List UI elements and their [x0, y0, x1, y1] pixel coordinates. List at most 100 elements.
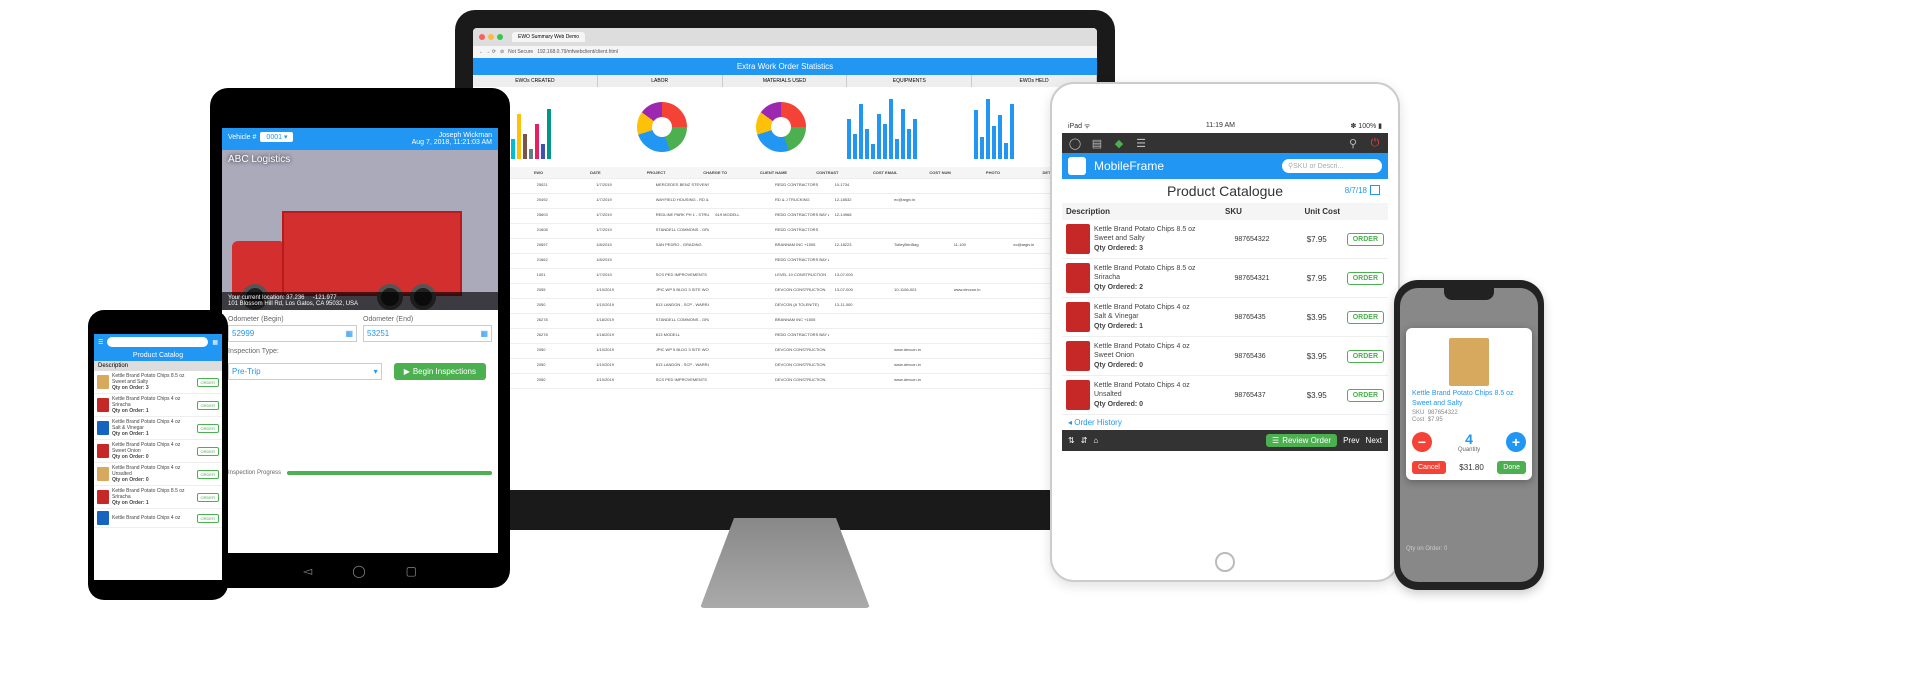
home-icon[interactable]: ◯ [352, 564, 365, 578]
cancel-button[interactable]: Cancel [1412, 461, 1446, 474]
table-row[interactable]: 13-106-0002216621/8/2019REDD CONTRACTORS… [473, 254, 1097, 269]
address: 101 Blossom Hill Rd, Los Gatos, CA 95032… [228, 301, 358, 307]
table-row[interactable]: Kettle Brand Potato Chips 4 ozUnsaltedQt… [1062, 376, 1388, 415]
list-item[interactable]: Kettle Brand Potato Chips 4 ozSweet Onio… [94, 440, 222, 463]
table-row[interactable]: 13-106-0001250211/7/2019MERCEDES BENZ ST… [473, 179, 1097, 194]
list-item[interactable]: Kettle Brand Potato Chips 4 ozSalt & Vin… [94, 417, 222, 440]
order-button[interactable]: ORDER [197, 514, 219, 523]
table-row[interactable]: 13-104-000120501/10/2019813 LANDON - SCP… [473, 299, 1097, 314]
order-button[interactable]: ORDER [197, 424, 219, 433]
search-icon[interactable]: ⚲ [1346, 136, 1360, 150]
review-order-button[interactable]: ☰Review Order [1266, 434, 1337, 447]
order-button[interactable]: ORDER [1347, 233, 1384, 246]
cost-value: $7.95 [1307, 274, 1343, 283]
stat-tab[interactable]: EWOs CREATED [473, 75, 598, 87]
vehicle-select[interactable]: 0001 ▾ [260, 132, 293, 142]
android-tablet: Vehicle # 0001 ▾ Joseph Wickman Aug 7, 2… [210, 88, 510, 588]
cost-value: $7.95 [1307, 235, 1343, 244]
browser-tab[interactable]: EWO Summary Web Demo [512, 32, 585, 42]
begin-inspections-button[interactable]: ▶Begin Inspections [394, 363, 486, 380]
order-history-link[interactable]: ◂ Order History [1062, 415, 1388, 430]
user-icon[interactable]: ◯ [1068, 136, 1082, 150]
order-button[interactable]: ORDER [197, 401, 219, 410]
increment-button[interactable]: + [1506, 432, 1526, 452]
odo-end-input[interactable]: 53251▦ [363, 325, 492, 342]
table-row[interactable]: Kettle Brand Potato Chips 8.5 ozSriracha… [1062, 259, 1388, 298]
table-row[interactable]: 13-104-000120501/10/2019JPIC WP 5 BLDG 3… [473, 344, 1097, 359]
doc-icon[interactable]: ▤ [1090, 136, 1104, 150]
app-toolbar: ◯ ▤ ◆ ☰ ⚲ ⏻ [1062, 133, 1388, 153]
iphone: Kettle Brand Potato Chips 8.5 oz Sweet a… [1394, 280, 1544, 590]
calendar-icon[interactable]: ▦ [212, 339, 218, 346]
insp-type-select[interactable]: Pre-Trip▾ [228, 363, 382, 380]
edit-icon[interactable]: ▦ [345, 329, 353, 338]
home-icon[interactable]: ⌂ [1093, 436, 1098, 445]
date-picker[interactable]: 8/7/18 [1345, 185, 1380, 195]
app-footer: ⇅ ⇵ ⌂ ☰Review Order Prev Next [1062, 430, 1388, 451]
order-button[interactable]: ORDER [1347, 350, 1384, 363]
order-button[interactable]: ORDER [197, 447, 219, 456]
sort2-icon[interactable]: ⇵ [1081, 436, 1088, 445]
table-row[interactable]: 13-106-0108256031/7/2019REDLINE PARK PH … [473, 209, 1097, 224]
desktop-monitor: EWO Summary Web Demo ← → ⟳ ⊘ Not Secure … [455, 10, 1115, 590]
table-row[interactable]: Kettle Brand Potato Chips 4 ozSalt & Vin… [1062, 298, 1388, 337]
minimize-icon[interactable] [488, 34, 494, 40]
cost-value: $7.95 [1428, 417, 1443, 423]
search-input[interactable] [107, 337, 208, 347]
table-row[interactable]: 13-104-000120551/10/2019JPIC WP 5 BLDG 3… [473, 284, 1097, 299]
done-button[interactable]: Done [1497, 461, 1526, 474]
order-button[interactable]: ORDER [1347, 389, 1384, 402]
table-row[interactable]: Kettle Brand Potato Chips 4 ozSweet Onio… [1062, 337, 1388, 376]
chevron-down-icon: ▾ [374, 367, 378, 376]
close-icon[interactable] [479, 34, 485, 40]
insp-type-label: Inspection Type: [228, 348, 492, 355]
vehicle-label: Vehicle # [228, 134, 256, 141]
power-icon[interactable]: ⏻ [1368, 136, 1382, 150]
list-item[interactable]: Kettle Brand Potato Chips 4 ozSrirachaQt… [94, 394, 222, 417]
table-row[interactable]: 13-07-000110011/7/2019SCS PED IMPROVEMEN… [473, 269, 1097, 284]
table-row[interactable]: 13-104-000120501/10/2019SCS PED IMPROVEM… [473, 374, 1097, 389]
order-button[interactable]: ORDER [1347, 311, 1384, 324]
table-row[interactable]: 12-105-0109204921/7/2019WAYFIELD HOUSING… [473, 194, 1097, 209]
menu-icon[interactable]: ☰ [98, 339, 103, 346]
odo-begin-input[interactable]: 52999▦ [228, 325, 357, 342]
stat-tab[interactable]: MATERIALS USED [723, 75, 848, 87]
edit-icon[interactable]: ▦ [480, 329, 488, 338]
product-flavor: Sweet and Salty [1412, 400, 1526, 407]
back-icon[interactable]: ◅ [303, 564, 312, 578]
order-button[interactable]: ORDER [197, 378, 219, 387]
cost-value: $3.95 [1307, 352, 1343, 361]
table-row[interactable]: 13-104-000120501/10/2019813 LANDON - SCP… [473, 359, 1097, 374]
sku-value: 987654322 [1234, 236, 1302, 243]
table-row[interactable]: 13-1166-001262781/18/2019STANDELL COMMON… [473, 314, 1097, 329]
browser-chrome: EWO Summary Web Demo [473, 28, 1097, 46]
android-nav: ◅ ◯ ▢ [210, 564, 510, 578]
maximize-icon[interactable] [497, 34, 503, 40]
table-row[interactable]: Kettle Brand Potato Chips 8.5 ozSweet an… [1062, 220, 1388, 259]
stat-tab[interactable]: LABOR [598, 75, 723, 87]
table-row[interactable]: 13-106-0081206971/8/2019SAN PEDRO - GRAD… [473, 239, 1097, 254]
prev-button[interactable]: Prev [1343, 436, 1359, 445]
list-item[interactable]: Kettle Brand Potato Chips 8.5 ozSweet an… [94, 371, 222, 394]
page-title: Product Catalogue [1167, 183, 1283, 199]
tag-icon[interactable]: ◆ [1112, 136, 1126, 150]
table-row[interactable]: 11-104-0001216081/7/2019STANDELL COMMONS… [473, 224, 1097, 239]
order-button[interactable]: ORDER [197, 470, 219, 479]
recent-icon[interactable]: ▢ [406, 564, 417, 578]
sku-search-input[interactable]: ⚲ SKU or Descri... [1282, 159, 1382, 173]
list-icon[interactable]: ☰ [1134, 136, 1148, 150]
product-name: Kettle Brand Potato Chips 8.5 oz [1412, 390, 1526, 397]
stat-tab[interactable]: EQUIPMENTS [847, 75, 972, 87]
order-button[interactable]: ORDER [197, 493, 219, 502]
order-button[interactable]: ORDER [1347, 272, 1384, 285]
list-item[interactable]: Kettle Brand Potato Chips 4 ozORDER [94, 509, 222, 528]
list-item[interactable]: Kettle Brand Potato Chips 4 ozUnsaltedQt… [94, 463, 222, 486]
next-button[interactable]: Next [1366, 436, 1382, 445]
list-item[interactable]: Kettle Brand Potato Chips 8.5 ozSriracha… [94, 486, 222, 509]
url-bar[interactable]: ← → ⟳ ⊘ Not Secure 192.168.0.79/mfwebcli… [473, 46, 1097, 58]
sort-icon[interactable]: ⇅ [1068, 436, 1075, 445]
sku-value: 987654322 [1428, 410, 1458, 416]
decrement-button[interactable]: − [1412, 432, 1432, 452]
table-row[interactable]: 13-1166-001262781/18/2019813 MODELLREDD … [473, 329, 1097, 344]
home-button[interactable] [1215, 552, 1235, 572]
